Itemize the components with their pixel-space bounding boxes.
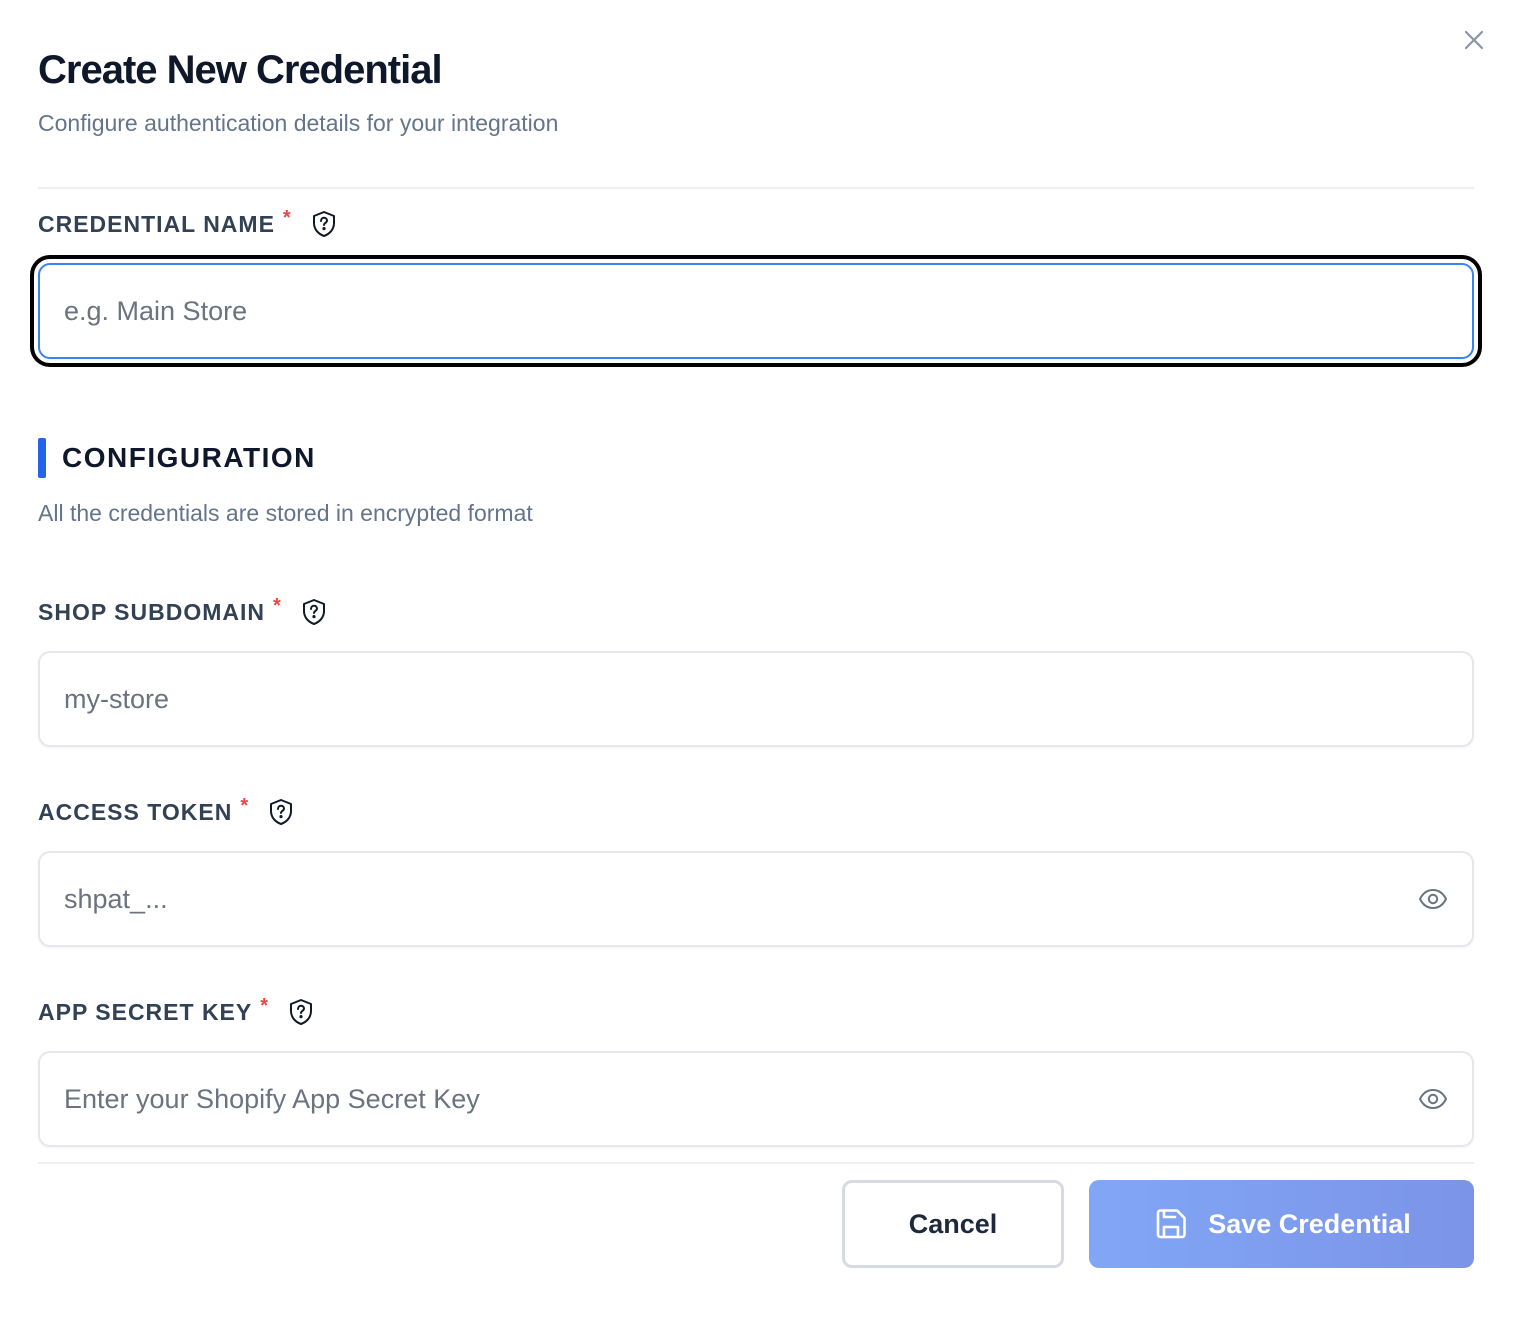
shield-question-icon [290, 999, 313, 1025]
app-secret-key-field[interactable] [38, 1051, 1474, 1147]
footer-divider [38, 1162, 1474, 1164]
help-icon[interactable] [310, 210, 338, 238]
shield-question-icon [270, 799, 293, 825]
credential-name-label: CREDENTIAL NAME * [38, 206, 338, 240]
configuration-subtitle: All the credentials are stored in encryp… [38, 500, 533, 526]
access-token-input[interactable] [64, 883, 1448, 915]
cancel-button[interactable]: Cancel [842, 1180, 1064, 1268]
help-icon[interactable] [267, 798, 295, 826]
shop-subdomain-input[interactable] [64, 683, 1448, 715]
app-secret-key-label: APP SECRET KEY * [38, 994, 315, 1028]
required-marker: * [260, 994, 270, 1017]
shop-subdomain-label: SHOP SUBDOMAIN * [38, 594, 328, 628]
save-credential-button[interactable]: Save Credential [1089, 1180, 1474, 1268]
toggle-visibility-button[interactable] [1416, 1082, 1450, 1116]
save-button-label: Save Credential [1208, 1208, 1411, 1239]
required-marker: * [282, 206, 292, 229]
eye-icon [1419, 1089, 1447, 1109]
help-icon[interactable] [287, 998, 315, 1026]
shield-question-icon [302, 599, 325, 625]
close-icon [1464, 30, 1484, 50]
app-secret-key-input[interactable] [64, 1083, 1448, 1115]
access-token-label-text: ACCESS TOKEN [38, 798, 233, 825]
shop-subdomain-field[interactable] [38, 651, 1474, 747]
credential-name-field[interactable] [30, 255, 1482, 367]
configuration-title: CONFIGURATION [62, 442, 316, 473]
eye-icon [1419, 889, 1447, 909]
required-marker: * [240, 794, 250, 817]
header-divider [38, 187, 1474, 189]
access-token-label: ACCESS TOKEN * [38, 794, 295, 828]
save-icon [1152, 1205, 1190, 1243]
access-token-field[interactable] [38, 851, 1474, 947]
toggle-visibility-button[interactable] [1416, 882, 1450, 916]
credential-name-input[interactable] [64, 295, 1448, 327]
shield-question-icon [312, 211, 335, 237]
credential-name-label-text: CREDENTIAL NAME [38, 210, 275, 237]
close-button[interactable] [1458, 24, 1490, 56]
modal-subtitle: Configure authentication details for you… [38, 110, 559, 136]
modal-title: Create New Credential [38, 48, 443, 92]
help-icon[interactable] [300, 598, 328, 626]
app-secret-key-label-text: APP SECRET KEY [38, 998, 253, 1025]
section-accent-bar [38, 438, 46, 478]
required-marker: * [273, 594, 282, 617]
create-credential-modal: Create New Credential Configure authenti… [0, 0, 1516, 1326]
shop-subdomain-label-text: SHOP SUBDOMAIN [38, 598, 265, 625]
